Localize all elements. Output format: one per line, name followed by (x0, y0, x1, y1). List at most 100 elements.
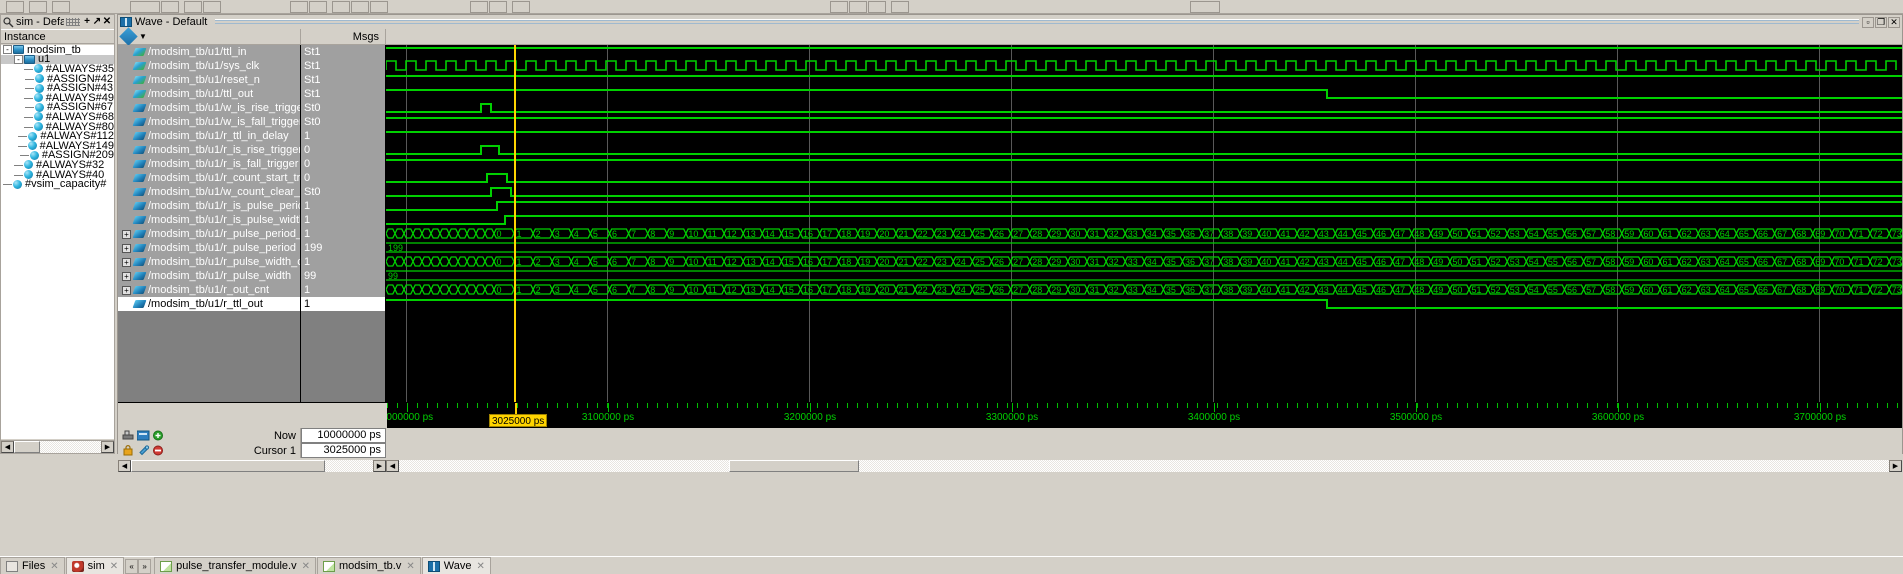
scroll-left-icon[interactable]: ◀ (118, 459, 131, 472)
expand-signal-icon[interactable]: + (122, 285, 131, 295)
toolbar-button[interactable] (309, 0, 327, 13)
waveform-hscrollbar[interactable]: ◀ ▶ (386, 459, 1902, 472)
scroll-right-icon[interactable]: ▶ (101, 441, 114, 453)
signal-name-row[interactable]: /modsim_tb/u1/w_is_rise_trigger (118, 101, 300, 115)
signal-name-row[interactable]: /modsim_tb/u1/r_ttl_out (118, 297, 300, 311)
undock-icon[interactable]: ↗ (92, 17, 102, 27)
close-icon[interactable]: ✕ (1888, 16, 1900, 28)
scroll-thumb[interactable] (729, 459, 859, 472)
wave-view-icon[interactable] (136, 430, 150, 441)
drag-grip-icon[interactable] (66, 18, 80, 26)
tab-next-icon[interactable]: » (138, 559, 152, 574)
expand-signal-icon[interactable]: + (122, 243, 131, 253)
expand-signal-icon[interactable]: + (122, 229, 131, 239)
close-tab-icon[interactable]: ✕ (110, 561, 118, 572)
signal-name-row[interactable]: + /modsim_tb/u1/r_pulse_period (118, 241, 300, 255)
toolbar-button[interactable] (868, 0, 886, 13)
toolbar-button[interactable] (370, 0, 388, 13)
signal-name-row[interactable]: + /modsim_tb/u1/r_pulse_width_count (118, 255, 300, 269)
toolbar-button[interactable] (130, 0, 160, 13)
tree-expander-icon[interactable]: - (14, 54, 23, 64)
tab-wave[interactable]: Wave ✕ (421, 557, 491, 574)
signal-name-row[interactable]: /modsim_tb/u1/w_is_fall_trigger (118, 115, 300, 129)
signal-name-row[interactable]: /modsim_tb/u1/r_is_rise_trigger (118, 143, 300, 157)
dock-icon[interactable]: + (82, 17, 92, 27)
dock-icon[interactable]: ▫ (1862, 16, 1874, 28)
scroll-track[interactable] (399, 459, 1889, 472)
chevron-down-icon[interactable]: ▼ (139, 32, 147, 41)
instance-column-header[interactable]: Instance (1, 29, 114, 44)
signal-name-row[interactable]: /modsim_tb/u1/r_ttl_in_delay (118, 129, 300, 143)
sim-panel-hscrollbar[interactable]: ◀ ▶ (1, 440, 114, 453)
toolbar-button[interactable] (29, 0, 47, 13)
close-icon[interactable]: ✕ (102, 17, 112, 27)
instance-tree[interactable]: - modsim_tb - u1 #ALWAYS#35 #ASSIGN#42 #ASSIGN… (1, 45, 114, 439)
scroll-right-icon[interactable]: ▶ (373, 459, 386, 472)
expand-signal-icon[interactable]: + (122, 257, 131, 267)
scroll-track[interactable] (14, 441, 101, 453)
tab-modsim-tb-v[interactable]: modsim_tb.v ✕ (316, 557, 421, 574)
toolbar-button[interactable] (184, 0, 202, 13)
tab-nav-arrows[interactable]: « » (125, 559, 152, 574)
svg-text:23: 23 (937, 229, 947, 239)
time-ruler[interactable]: 3000000 ps 3100000 ps 3200000 ps 3300000 ps… (118, 402, 1902, 428)
scroll-left-icon[interactable]: ◀ (1, 441, 14, 453)
cursor-line[interactable] (514, 45, 516, 402)
cursor-time-flag[interactable]: 3025000 ps (489, 414, 548, 427)
toolbar-button[interactable] (891, 0, 909, 13)
toolbar-button[interactable] (290, 0, 308, 13)
scroll-track[interactable] (131, 459, 373, 472)
tab-files[interactable]: Files ✕ (0, 557, 65, 574)
add-cursor-icon[interactable] (152, 430, 165, 441)
wrench-icon[interactable] (137, 445, 150, 456)
delete-cursor-icon[interactable] (152, 445, 165, 456)
names-hscrollbar[interactable]: ◀ ▶ (118, 459, 386, 472)
signal-name-row[interactable]: /modsim_tb/u1/r_count_start_trigger (118, 171, 300, 185)
tree-node[interactable]: #vsim_capacity# (1, 178, 114, 190)
scroll-left-icon[interactable]: ◀ (386, 459, 399, 472)
tab-sim[interactable]: sim ✕ (65, 557, 125, 574)
toolbar-button[interactable] (52, 0, 70, 13)
signal-name-row[interactable]: /modsim_tb/u1/r_is_fall_trigger (118, 157, 300, 171)
signal-value-column[interactable]: St1 St1 St1 St1 St0 St0 1 0 0 0 St0 1 1 1 199 1 99 1 1 (301, 45, 386, 402)
toolbar-button[interactable] (161, 0, 179, 13)
ruler-scale[interactable]: 3000000 ps 3100000 ps 3200000 ps 3300000 ps… (387, 403, 1902, 428)
toolbar-button[interactable] (470, 0, 488, 13)
signal-name-column[interactable]: /modsim_tb/u1/ttl_in/modsim_tb/u1/sys_cl… (118, 45, 301, 402)
close-tab-icon[interactable]: ✕ (476, 561, 484, 572)
close-tab-icon[interactable]: ✕ (406, 561, 414, 572)
toolbar-button[interactable] (830, 0, 848, 13)
signal-name-row[interactable]: /modsim_tb/u1/reset_n (118, 73, 300, 87)
signal-name-row[interactable]: /modsim_tb/u1/ttl_in (118, 45, 300, 59)
signal-name-row[interactable]: /modsim_tb/u1/r_is_pulse_period_... (118, 199, 300, 213)
tab-prev-icon[interactable]: « (125, 559, 139, 574)
signal-name-row[interactable]: + /modsim_tb/u1/r_pulse_period_count (118, 227, 300, 241)
signal-name-row[interactable]: + /modsim_tb/u1/r_out_cnt (118, 283, 300, 297)
toolbar-button[interactable] (203, 0, 221, 13)
close-tab-icon[interactable]: ✕ (302, 561, 310, 572)
toolbar-button[interactable] (351, 0, 369, 13)
toolbar-button[interactable] (849, 0, 867, 13)
signal-name-row[interactable]: /modsim_tb/u1/w_count_clear_trig... (118, 185, 300, 199)
toolbar-button[interactable] (6, 0, 24, 13)
signal-name-row[interactable]: /modsim_tb/u1/sys_clk (118, 59, 300, 73)
zoom-fit-icon[interactable] (122, 430, 135, 441)
tree-node[interactable]: - modsim_tb (1, 45, 114, 56)
scroll-thumb[interactable] (131, 459, 325, 472)
toolbar-button[interactable] (332, 0, 350, 13)
signal-name-row[interactable]: /modsim_tb/u1/r_is_pulse_width_c... (118, 213, 300, 227)
expand-signal-icon[interactable]: + (122, 271, 131, 281)
scroll-thumb[interactable] (14, 441, 40, 453)
close-tab-icon[interactable]: ✕ (50, 561, 58, 572)
signal-name-row[interactable]: + /modsim_tb/u1/r_pulse_width (118, 269, 300, 283)
restore-icon[interactable]: ❐ (1875, 16, 1887, 28)
toolbar-button[interactable] (489, 0, 507, 13)
signal-name-row[interactable]: /modsim_tb/u1/ttl_out (118, 87, 300, 101)
scroll-right-icon[interactable]: ▶ (1889, 459, 1902, 472)
toolbar-button[interactable] (512, 0, 530, 13)
toolbar-button[interactable] (1190, 0, 1220, 13)
tree-expander-icon[interactable]: - (3, 45, 12, 55)
lock-icon[interactable] (122, 445, 135, 456)
tab-pulse-transfer-module-v[interactable]: pulse_transfer_module.v ✕ (154, 557, 316, 574)
waveform-canvas[interactable]: 0 1 2 3 4 5 6 7 8 9 10 11 12 13 14 15 16 17 18 19 20 21 22 23 24… (386, 45, 1902, 402)
